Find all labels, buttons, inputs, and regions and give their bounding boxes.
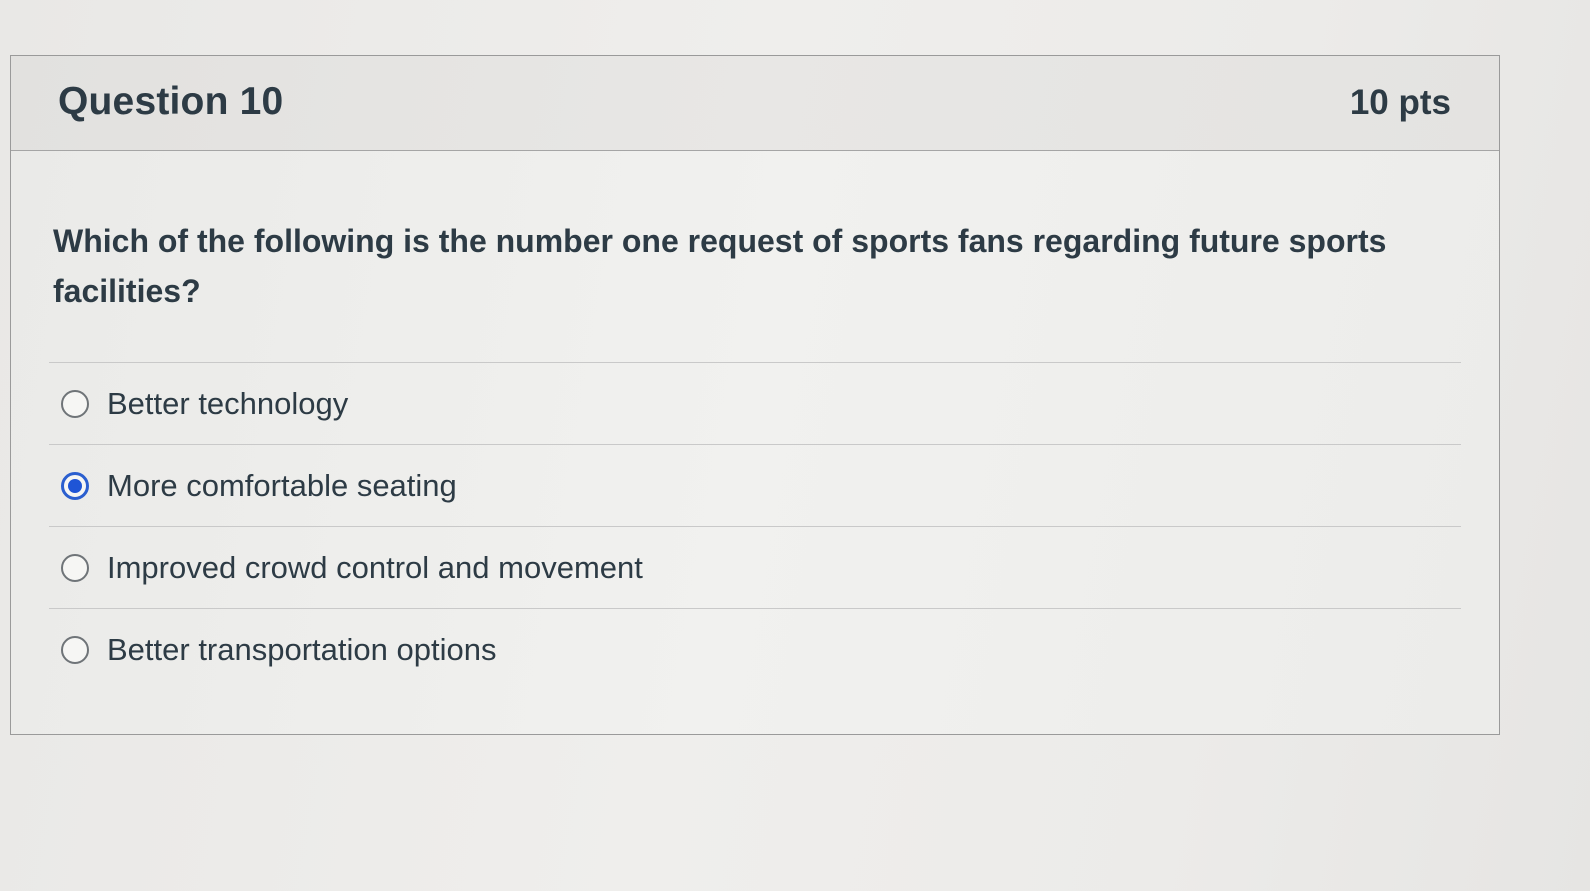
question-header: Question 10 10 pts [11,56,1499,151]
answer-label: Improved crowd control and movement [107,549,643,585]
question-points: 10 pts [1349,83,1451,122]
answer-label: Better technology [107,385,349,421]
answer-list: Better technology More comfortable seati… [49,362,1461,691]
answer-label: More comfortable seating [107,467,457,503]
answer-label: Better transportation options [107,632,497,667]
answer-option-improved-crowd-control[interactable]: Improved crowd control and movement [49,527,1461,609]
question-text: Which of the following is the number one… [53,223,1387,309]
radio-button[interactable] [61,553,89,582]
question-card: Question 10 10 pts Which of the followin… [10,55,1500,735]
answer-option-more-comfortable-seating[interactable]: More comfortable seating [49,445,1461,527]
answer-option-better-technology[interactable]: Better technology [49,363,1461,445]
radio-button-selected[interactable] [61,471,89,500]
question-title: Question 10 [58,80,284,123]
radio-button[interactable] [61,636,89,664]
radio-button[interactable] [61,389,89,418]
answer-option-better-transportation[interactable]: Better transportation options [49,609,1461,691]
